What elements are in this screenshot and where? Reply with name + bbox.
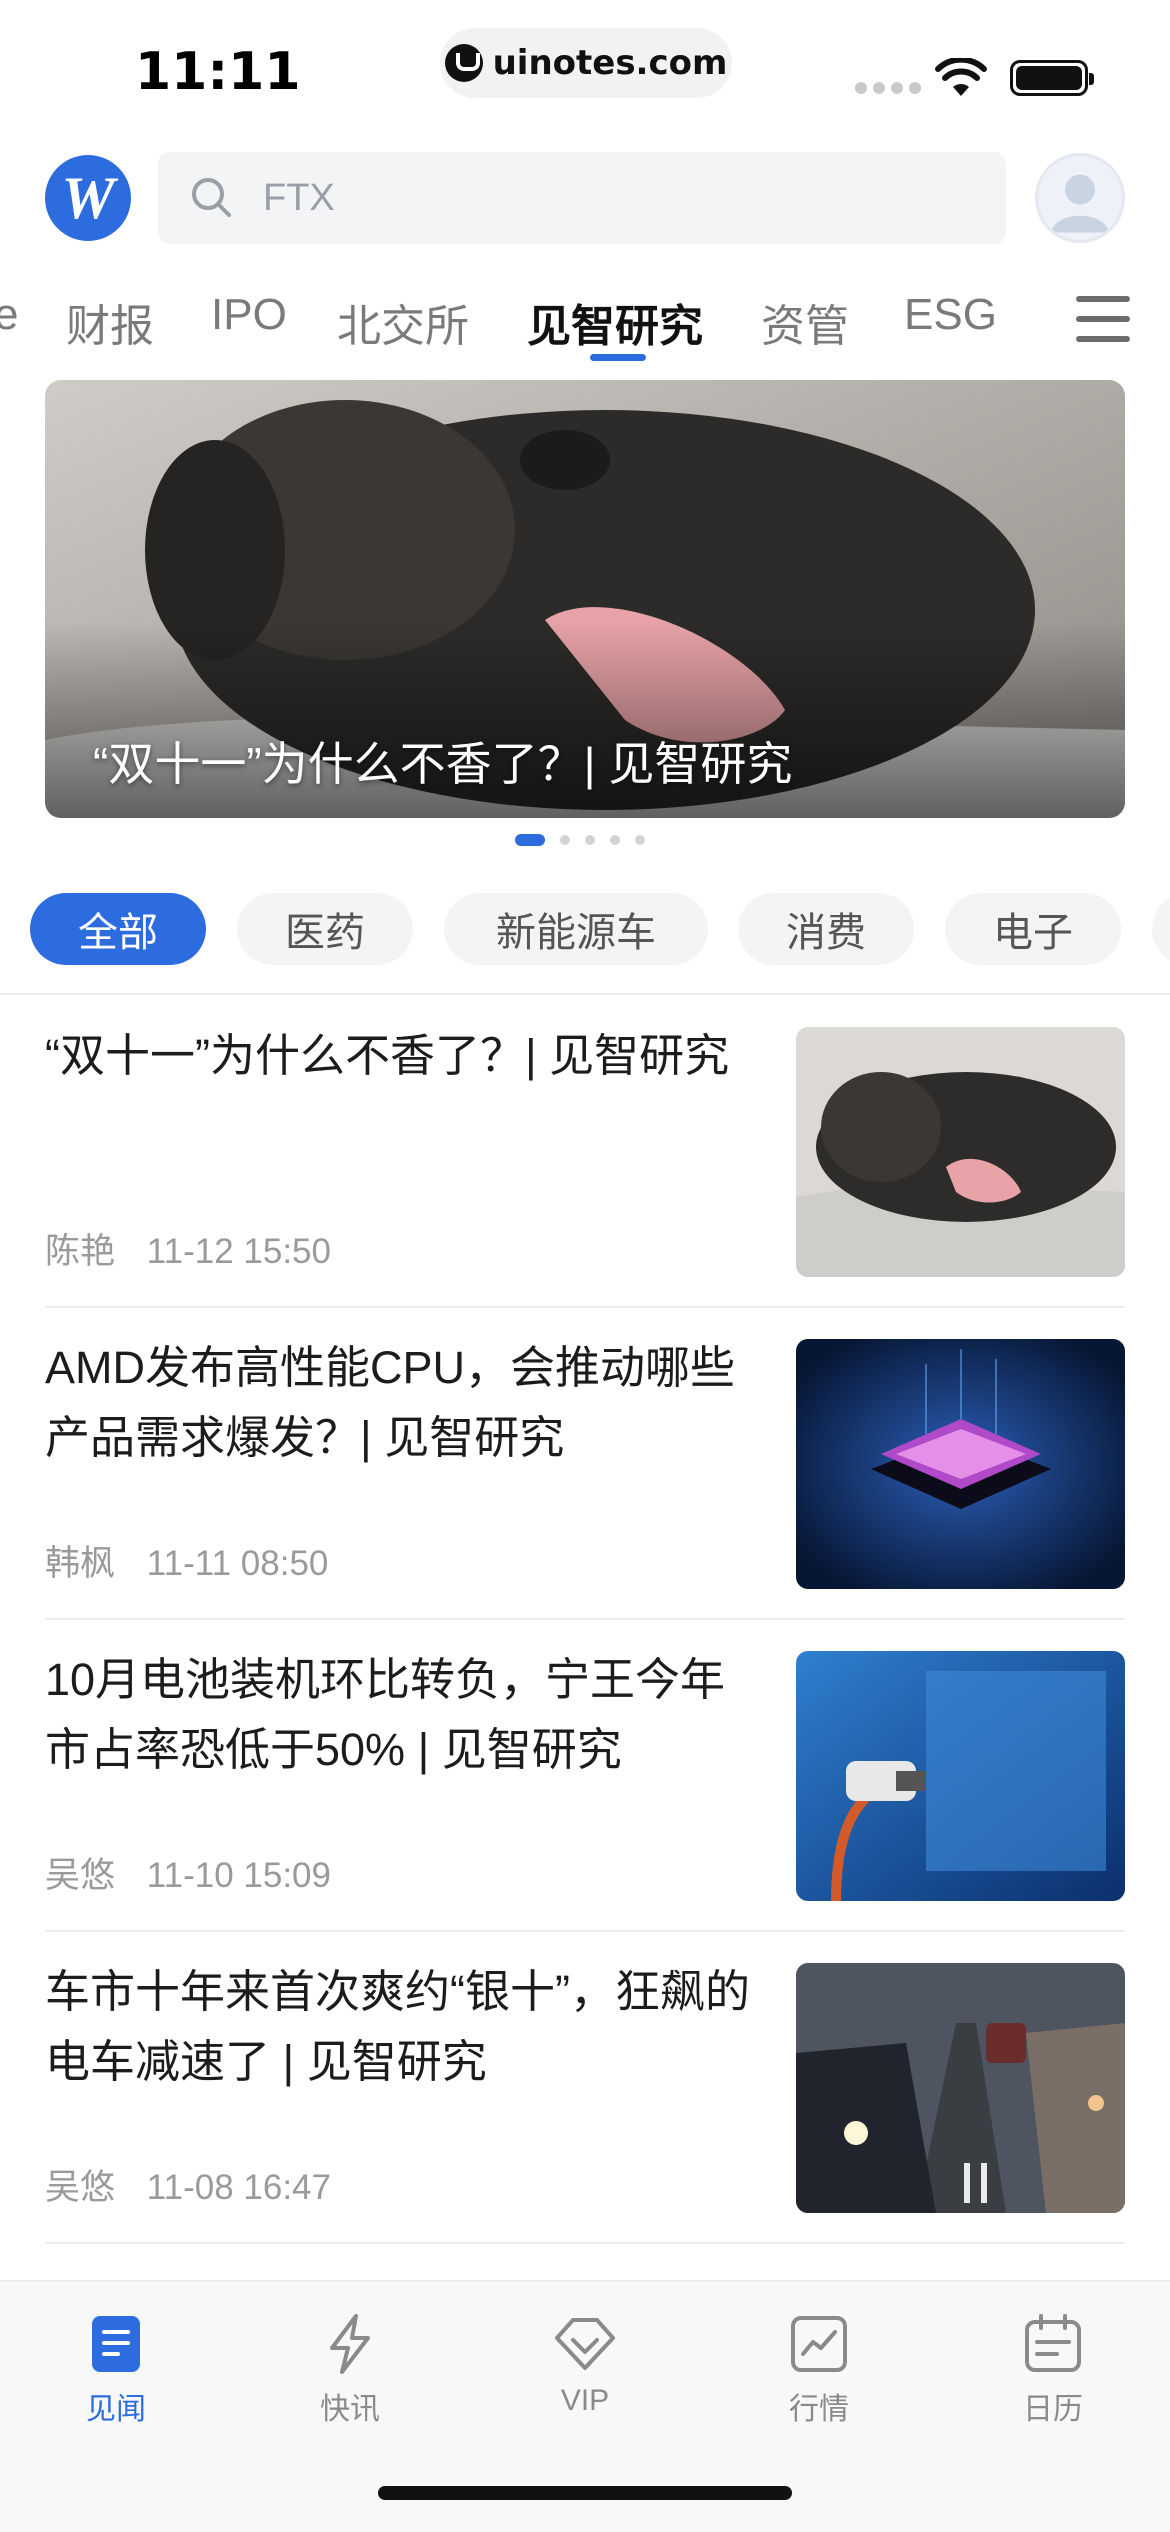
tab-label: 行情 <box>789 2393 849 2426</box>
article-thumbnail <box>796 1339 1125 1589</box>
lightning-icon <box>330 2314 370 2374</box>
carousel-dot <box>560 835 570 845</box>
calendar-icon <box>1025 2314 1081 2372</box>
filter-chip[interactable]: 新能源车 <box>444 893 708 965</box>
tab-channel[interactable]: 财报 <box>66 290 154 354</box>
user-avatar-icon <box>1051 174 1109 233</box>
home-indicator <box>378 2486 792 2500</box>
carousel-dot-active <box>515 834 545 846</box>
site-lock-icon <box>444 44 483 82</box>
avatar[interactable] <box>1035 153 1125 243</box>
article-author: 韩枫 <box>45 1544 116 1583</box>
url-text: uinotes.com <box>492 43 728 83</box>
article-item[interactable]: 10月电池装机环比转负，宁王今年市占率恐低于50% | 见智研究 吴悠 11-1… <box>45 1619 1125 1932</box>
tab-market[interactable]: 行情 <box>744 2312 894 2428</box>
battery-icon <box>1010 60 1094 96</box>
active-tab-indicator <box>590 354 646 361</box>
carousel-dot <box>585 835 595 845</box>
cellular-signal-icon <box>855 82 921 94</box>
article-thumbnail <box>796 1027 1125 1277</box>
tab-channel[interactable]: 资管 <box>761 290 849 354</box>
app-logo[interactable]: W <box>45 155 131 241</box>
article-title: AMD发布高性能CPU，会推动哪些产品需求爆发？| 见智研究 <box>45 1342 736 1463</box>
tab-flash[interactable]: 快讯 <box>275 2312 425 2428</box>
news-doc-icon <box>92 2316 140 2372</box>
tab-vip[interactable]: VIP <box>510 2312 660 2418</box>
divider <box>45 2242 1125 2244</box>
menu-icon[interactable] <box>1076 296 1130 344</box>
article-title: 10月电池装机环比转负，宁王今年市占率恐低于50% | 见智研究 <box>45 1654 726 1775</box>
filter-chip-active[interactable]: 全部 <box>30 893 206 965</box>
article-item[interactable]: 车市十年来首次爽约“银十”，狂飙的电车减速了 | 见智研究 吴悠 11-08 1… <box>45 1931 1125 2244</box>
article-time: 11-12 15:50 <box>146 1232 331 1271</box>
channel-tabs: e 财报 IPO 北交所 见智研究 资管 ESG <box>0 290 1170 370</box>
status-bar: 11:11 uinotes.com <box>0 0 1170 140</box>
article-item[interactable]: “双十一”为什么不香了？| 见智研究 陈艳 11-12 15:50 <box>45 995 1125 1308</box>
diamond-icon <box>555 2318 615 2370</box>
tab-label: 快讯 <box>320 2393 380 2426</box>
tab-channel[interactable]: ESG <box>904 290 997 340</box>
article-item[interactable]: AMD发布高性能CPU，会推动哪些产品需求爆发？| 见智研究 韩枫 11-11 … <box>45 1307 1125 1620</box>
tab-channel-active[interactable]: 见智研究 <box>527 290 703 354</box>
carousel-dot <box>635 835 645 845</box>
tab-label: 见闻 <box>86 2393 146 2426</box>
carousel-indicator <box>515 834 645 846</box>
article-time: 11-10 15:09 <box>146 1856 331 1895</box>
article-meta: 吴悠 11-10 15:09 <box>45 1847 331 1898</box>
article-meta: 韩枫 11-11 08:50 <box>45 1535 328 1586</box>
article-time: 11-11 08:50 <box>146 1544 329 1583</box>
article-thumbnail <box>796 1651 1125 1901</box>
filter-chips: 全部 医药 新能源车 消费 电子 <box>0 893 1170 965</box>
tab-label: 日历 <box>1023 2393 1083 2426</box>
filter-chip[interactable]: 消费 <box>738 893 914 965</box>
article-thumbnail <box>796 1963 1125 2213</box>
status-time: 11:11 <box>135 42 301 102</box>
tab-calendar[interactable]: 日历 <box>978 2312 1128 2428</box>
search-icon <box>192 178 231 217</box>
article-author: 吴悠 <box>45 2168 116 2207</box>
article-meta: 吴悠 11-08 16:47 <box>45 2159 331 2210</box>
article-author: 陈艳 <box>45 1232 116 1271</box>
article-title: 车市十年来首次爽约“银十”，狂飙的电车减速了 | 见智研究 <box>45 1966 750 2087</box>
tab-channel[interactable]: IPO <box>211 290 287 340</box>
filter-chip[interactable] <box>1152 893 1170 965</box>
article-title: “双十一”为什么不香了？| 见智研究 <box>45 1030 730 1081</box>
article-meta: 陈艳 11-12 15:50 <box>45 1223 331 1274</box>
featured-banner[interactable]: “双十一”为什么不香了？| 见智研究 <box>45 380 1125 818</box>
banner-title: “双十一”为什么不香了？| 见智研究 <box>93 738 793 790</box>
wifi-icon <box>935 58 987 96</box>
article-author: 吴悠 <box>45 1856 116 1895</box>
search-bar[interactable] <box>158 152 1006 244</box>
chart-icon <box>791 2316 847 2372</box>
tab-channel[interactable]: e <box>0 290 18 340</box>
url-pill[interactable]: uinotes.com <box>440 28 732 98</box>
tab-channel[interactable]: 北交所 <box>337 290 469 354</box>
filter-chip[interactable]: 电子 <box>945 893 1121 965</box>
article-time: 11-08 16:47 <box>146 2168 331 2207</box>
carousel-dot <box>610 835 620 845</box>
tab-news[interactable]: 见闻 <box>41 2312 191 2428</box>
filter-chip[interactable]: 医药 <box>237 893 413 965</box>
search-input[interactable] <box>263 152 963 244</box>
tab-label: VIP <box>560 2384 610 2417</box>
